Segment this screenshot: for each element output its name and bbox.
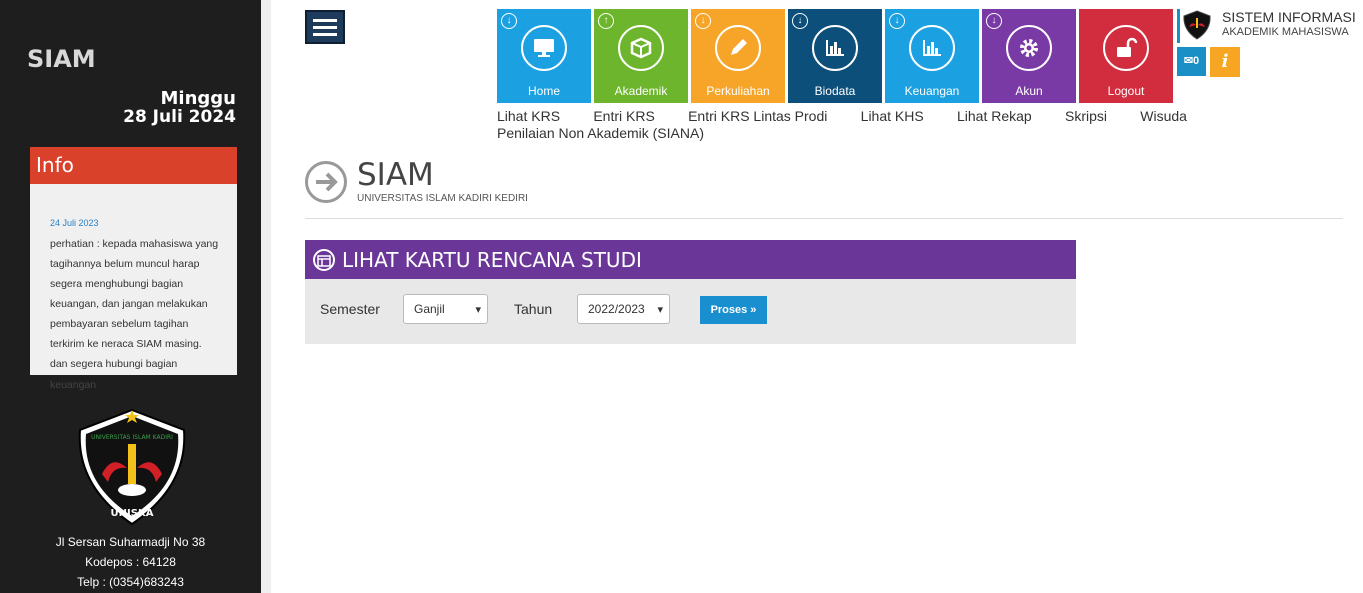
chart-icon	[812, 25, 858, 71]
current-day: Minggu	[160, 88, 236, 109]
arrow-down-icon: ↓	[986, 13, 1002, 29]
submenu-entri-krs-lintas-prodi[interactable]: Entri KRS Lintas Prodi	[688, 108, 827, 124]
arrow-down-icon: ↓	[501, 13, 517, 29]
app-name: SIAM	[27, 45, 96, 73]
info-text: perhatian : kepada mahasiswa yang tagiha…	[50, 238, 219, 370]
logo-arc-text: UNIVERSITAS ISLAM KADIRI	[91, 434, 173, 441]
info-date: 24 Juli 2023	[50, 218, 99, 228]
message-count: 0	[1193, 55, 1200, 67]
brand-subtitle: AKADEMIK MAHASISWA	[1222, 26, 1349, 38]
messages-button[interactable]: ✉0	[1177, 47, 1206, 76]
brand: SISTEM INFORMASI AKADEMIK MAHASISWA	[1177, 9, 1357, 43]
unlock-icon	[1103, 25, 1149, 71]
info-icon[interactable]: i	[1210, 47, 1240, 77]
submenu: Lihat KRS Entri KRS Entri KRS Lintas Pro…	[497, 108, 1187, 141]
tahun-value: 2022/2023	[588, 302, 645, 316]
krs-panel: LIHAT KARTU RENCANA STUDI Semester Ganji…	[305, 240, 1076, 344]
tile-label: Home	[527, 84, 560, 98]
tile-perkuliahan[interactable]: ↓ Perkuliahan	[691, 9, 785, 103]
tile-logout[interactable]: Logout	[1079, 9, 1173, 103]
info-title: Info	[30, 147, 237, 184]
page-title: SIAM	[357, 157, 434, 193]
tile-label: Biodata	[814, 84, 856, 98]
tile-akademik[interactable]: ↑ Akademik	[594, 9, 688, 103]
university-logo-small	[1183, 10, 1211, 40]
tile-home[interactable]: ↓ Home	[497, 9, 591, 103]
pen-icon	[715, 25, 761, 71]
tahun-label: Tahun	[514, 301, 553, 317]
address-postcode: Kodepos : 64128	[85, 555, 176, 569]
semester-label: Semester	[320, 301, 380, 317]
hamburger-line	[313, 25, 337, 29]
sidebar: SIAM Minggu 28 Juli 2024 Info 24 Juli 20…	[0, 0, 261, 593]
brand-title: SISTEM INFORMASI	[1222, 9, 1356, 25]
page-subtitle: UNIVERSITAS ISLAM KADIRI KEDIRI	[357, 193, 528, 204]
address-phone: Telp : (0354)683243	[77, 575, 184, 589]
hamburger-line	[313, 32, 337, 36]
arrow-down-icon: ↓	[792, 13, 808, 29]
chevron-down-icon: ▾	[475, 304, 481, 316]
chevron-down-icon: ▾	[657, 304, 663, 316]
current-date: 28 Juli 2024	[123, 107, 236, 127]
submenu-penilaian-non-akademik[interactable]: Penilaian Non Akademik (SIANA)	[497, 125, 704, 141]
logo-text: UNISKA	[111, 508, 154, 519]
submenu-skripsi[interactable]: Skripsi	[1065, 108, 1107, 124]
semester-select[interactable]: Ganjil ▾	[403, 294, 488, 324]
university-logo: UNIVERSITAS ISLAM KADIRI UNISKA	[78, 408, 186, 526]
submenu-wisuda[interactable]: Wisuda	[1140, 108, 1187, 124]
sidebar-divider	[261, 0, 271, 593]
proses-button[interactable]: Proses »	[700, 296, 767, 324]
submenu-entri-krs[interactable]: Entri KRS	[593, 108, 654, 124]
menu-toggle-button[interactable]	[305, 10, 345, 44]
panel-title: LIHAT KARTU RENCANA STUDI	[342, 248, 642, 272]
chart-icon	[909, 25, 955, 71]
submenu-lihat-rekap[interactable]: Lihat Rekap	[957, 108, 1032, 124]
arrow-up-icon: ↑	[598, 13, 614, 29]
tile-label: Akun	[1015, 84, 1043, 98]
tile-label: Akademik	[614, 84, 668, 98]
tile-biodata[interactable]: ↓ Biodata	[788, 9, 882, 103]
divider	[305, 218, 1343, 219]
tile-akun[interactable]: ↓ Akun	[982, 9, 1076, 103]
address-street: Jl Sersan Suharmadji No 38	[55, 535, 206, 549]
tile-keuangan[interactable]: ↓ Keuangan	[885, 9, 979, 103]
submenu-lihat-khs[interactable]: Lihat KHS	[861, 108, 924, 124]
envelope-icon: ✉	[1183, 55, 1194, 67]
tahun-select[interactable]: 2022/2023 ▾	[577, 294, 670, 324]
arrow-right-circle-icon	[305, 161, 347, 203]
monitor-icon	[521, 25, 567, 71]
tile-label: Keuangan	[904, 84, 960, 98]
gear-icon	[1006, 25, 1052, 71]
address: Jl Sersan Suharmadji No 38 Kodepos : 641…	[0, 532, 261, 592]
arrow-down-icon: ↓	[889, 13, 905, 29]
box-icon	[618, 25, 664, 71]
hamburger-line	[313, 18, 337, 22]
arrow-down-icon: ↓	[695, 13, 711, 29]
window-icon	[313, 249, 335, 271]
info-overflow-text: keuangan	[50, 379, 97, 391]
semester-value: Ganjil	[414, 302, 445, 316]
tile-label: Perkuliahan	[706, 84, 770, 98]
info-box[interactable]: Info 24 Juli 2023 perhatian : kepada mah…	[30, 147, 237, 375]
tile-label: Logout	[1107, 84, 1145, 98]
submenu-lihat-krs[interactable]: Lihat KRS	[497, 108, 560, 124]
